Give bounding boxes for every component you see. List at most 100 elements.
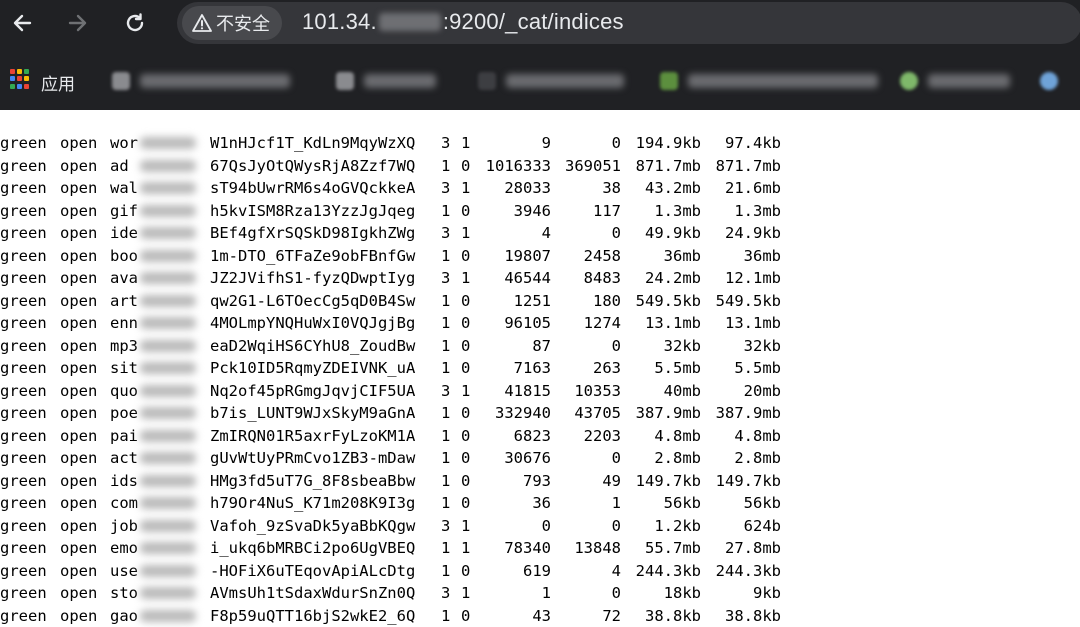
index-pri-store-size: 38.8kb: [725, 606, 781, 625]
index-status: open: [60, 179, 98, 197]
index-replicas: 0: [461, 561, 471, 580]
index-pri-store-size: 149.7kb: [715, 471, 781, 490]
index-replicas: 1: [461, 381, 471, 400]
security-indicator[interactable]: 不安全: [182, 6, 282, 40]
index-replicas: 1: [461, 224, 471, 242]
index-status: open: [60, 471, 98, 490]
index-docs-count: 332940: [495, 404, 551, 422]
index-row: green open art qw2G1-L6TOecCg5qD0B4Sw 1 0 1251…: [0, 290, 1000, 312]
index-health: green: [0, 359, 47, 377]
index-docs-count: 3946: [513, 201, 551, 220]
forward-button[interactable]: [63, 8, 93, 38]
redacted-index-name: [140, 294, 196, 307]
index-pri-store-size: 24.9kb: [725, 224, 781, 242]
redacted-index-name: [140, 564, 196, 577]
index-docs-count: 36: [532, 494, 551, 512]
index-row: green open pai ZmIRQN01R5axrFyLzoKM1A 1 0 6823…: [0, 425, 1000, 447]
bookmark-item-4[interactable]: [660, 69, 878, 93]
index-primary-shards: 1: [441, 426, 451, 445]
index-status: open: [60, 201, 98, 220]
index-docs-deleted: 0: [611, 449, 621, 467]
index-name: ids: [110, 471, 138, 490]
url-text[interactable]: 101.34.:9200/_cat/indices: [302, 9, 624, 35]
index-docs-count: 9: [541, 134, 551, 152]
redacted-bookmark-label: [140, 74, 290, 88]
apps-grid-icon[interactable]: [10, 69, 30, 89]
index-pri-store-size: 5.5mb: [734, 359, 781, 377]
index-replicas: 1: [461, 516, 471, 535]
index-replicas: 0: [461, 471, 471, 490]
index-status: open: [60, 224, 98, 242]
index-row: green open poe b7is_LUNT9WJxSkyM9aGnA 1 0 3329…: [0, 402, 1000, 424]
index-replicas: 0: [461, 494, 471, 512]
index-store-size: 49.9kb: [645, 224, 701, 242]
index-docs-count: 793: [523, 471, 551, 490]
bookmark-item-3[interactable]: [478, 69, 624, 93]
index-name: quo: [110, 381, 138, 400]
index-store-size: 2.8mb: [654, 449, 701, 467]
index-status: open: [60, 449, 98, 467]
index-store-size: 43.2mb: [645, 179, 701, 197]
index-docs-deleted: 180: [593, 291, 621, 310]
index-row: green open ids HMg3fd5uT7G_8F8sbeaBbw 1 0 793 4…: [0, 470, 1000, 492]
index-status: open: [60, 404, 98, 422]
index-primary-shards: 1: [441, 156, 451, 175]
index-uuid: BEf4gfXrSQSkD98IgkhZWg: [210, 224, 416, 242]
index-uuid: Nq2of45pRGmgJqvjCIF5UA: [210, 381, 416, 400]
index-pri-store-size: 871.7mb: [715, 156, 781, 175]
apps-label[interactable]: 应用: [41, 70, 75, 95]
bookmark-icon: [660, 72, 678, 90]
index-store-size: 24.2mb: [645, 269, 701, 287]
index-status: open: [60, 246, 98, 265]
apps-grid-dot: [10, 83, 15, 89]
index-docs-deleted: 0: [611, 134, 621, 152]
index-docs-count: 1: [541, 584, 551, 602]
index-health: green: [0, 606, 47, 625]
redacted-bookmark-label: [928, 74, 1010, 88]
index-uuid: sT94bUwrRM6s4oGVQckkeA: [210, 179, 416, 197]
index-docs-count: 28033: [504, 179, 551, 197]
index-row: green open enn 4MOLmpYNQHuWxI0VQJgjBg 1 0 9610…: [0, 312, 1000, 334]
index-replicas: 0: [461, 606, 471, 625]
index-status: open: [60, 516, 98, 535]
index-health: green: [0, 246, 47, 265]
index-docs-count: 1016333: [485, 156, 551, 175]
index-uuid: W1nHJcf1T_KdLn9MqyWzXQ: [210, 134, 416, 152]
address-bar[interactable]: 不安全 101.34.:9200/_cat/indices: [177, 2, 1080, 44]
index-replicas: 0: [461, 246, 471, 265]
redacted-index-name: [140, 474, 196, 487]
index-name: art: [110, 291, 138, 310]
redacted-index-name: [140, 362, 196, 374]
bookmark-item-5[interactable]: [900, 69, 1010, 93]
back-button[interactable]: [7, 8, 37, 38]
index-pri-store-size: 13.1mb: [725, 314, 781, 332]
index-row: green open wor W1nHJcf1T_KdLn9MqyWzXQ 3 1 9 0 19…: [0, 132, 1000, 154]
index-docs-deleted: 117: [593, 201, 621, 220]
bookmark-item-1[interactable]: [112, 69, 290, 93]
index-row: green open ad 67QsJyOtQWysRjA8Zzf7WQ 1 0 10163…: [0, 155, 1000, 177]
index-row: green open emo i_ukq6bMRBCi2po6UgVBEQ 1 1 7834…: [0, 537, 1000, 559]
index-docs-deleted: 10353: [574, 381, 621, 400]
url-port-path: :9200/_cat/indices: [442, 9, 624, 34]
bookmark-icon: [478, 72, 496, 90]
index-uuid: Pck10ID5RqmyZDEIVNK_uA: [210, 359, 416, 377]
bookmark-item-2[interactable]: [336, 69, 436, 93]
bookmark-icon: [1040, 72, 1058, 90]
index-store-size: 4.8mb: [654, 426, 701, 445]
index-name: ide: [110, 224, 138, 242]
index-health: green: [0, 291, 47, 310]
redacted-index-name: [140, 384, 196, 397]
index-docs-count: 87: [532, 336, 551, 355]
bookmark-item-6[interactable]: [1040, 69, 1068, 93]
index-primary-shards: 3: [441, 381, 451, 400]
index-primary-shards: 1: [441, 606, 451, 625]
index-health: green: [0, 584, 47, 602]
reload-button[interactable]: [120, 8, 150, 38]
browser-chrome: 不安全 101.34.:9200/_cat/indices 应用: [0, 0, 1080, 110]
arrow-left-icon: [13, 14, 32, 32]
security-label: 不安全: [216, 14, 270, 34]
index-pri-store-size: 21.6mb: [725, 179, 781, 197]
index-status: open: [60, 584, 98, 602]
index-uuid: 1m-DTO_6TFaZe9obFBnfGw: [210, 246, 416, 265]
redacted-index-name: [140, 339, 196, 352]
